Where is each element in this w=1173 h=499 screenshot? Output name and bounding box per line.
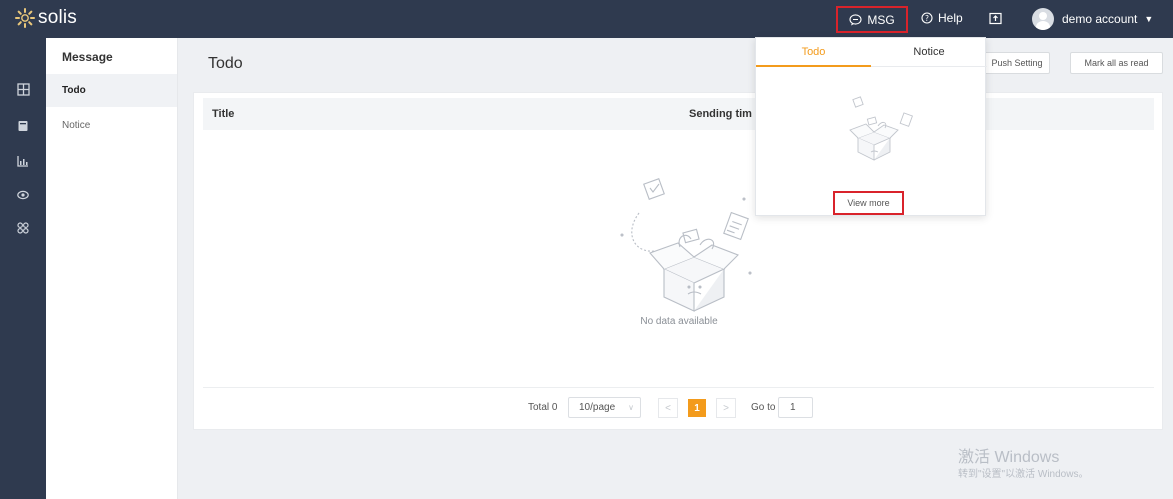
empty-box-illustration-small [849, 96, 913, 161]
account-menu[interactable]: demo account ▼ [1062, 12, 1153, 26]
help-button[interactable]: ? Help [921, 11, 963, 25]
empty-box-illustration [620, 178, 752, 312]
help-circle-icon: ? [921, 12, 933, 24]
empty-state-text: No data available [640, 316, 718, 327]
windows-activation-hint: 转到"设置"以激活 Windows。 [958, 469, 1089, 480]
msg-button[interactable]: MSG [836, 6, 908, 33]
todo-table-card: Title Sending tim No data available Tota… [193, 92, 1163, 430]
svg-text:?: ? [925, 14, 929, 23]
push-setting-button[interactable]: Push Setting [984, 52, 1050, 74]
msg-label: MSG [867, 12, 895, 27]
column-header-title: Title [212, 108, 235, 120]
message-popover: Todo Notice View more [755, 37, 987, 216]
prev-page-button[interactable]: < [658, 398, 678, 418]
table-header: Title Sending tim [203, 98, 1154, 130]
page-title: Todo [208, 55, 243, 72]
page-size-value: 10/page [579, 402, 616, 413]
chat-bubble-icon [849, 13, 862, 25]
message-sidebar: Message Todo Notice [46, 38, 178, 499]
sidebar-item-todo[interactable]: Todo [46, 74, 177, 107]
popover-tab-todo[interactable]: Todo [756, 38, 871, 67]
windows-activation-title: 激活 Windows [958, 449, 1060, 466]
sidebar-item-notice[interactable]: Notice [46, 109, 177, 142]
report-icon[interactable] [16, 154, 30, 168]
logo-text: solis [38, 7, 78, 28]
export-icon[interactable] [989, 12, 1002, 28]
pagination: Total 0 10/page ∨ < 1 > Go to 1 [194, 397, 1164, 419]
sun-logo-icon [15, 8, 35, 28]
top-bar: solis MSG ? Help demo account ▼ [0, 0, 1173, 38]
view-more-button[interactable]: View more [833, 191, 904, 215]
dashboard-icon[interactable] [16, 82, 30, 96]
goto-label: Go to [751, 402, 776, 413]
pagination-divider [203, 387, 1154, 388]
page-size-select[interactable]: 10/page ∨ [568, 397, 641, 418]
sidebar-title: Message [62, 50, 113, 64]
chevron-down-icon: ∨ [628, 403, 634, 412]
goto-page-input[interactable]: 1 [778, 397, 813, 418]
help-label: Help [938, 11, 963, 25]
caret-down-icon: ▼ [1144, 14, 1154, 24]
apps-icon[interactable] [16, 221, 30, 235]
column-header-sending-time: Sending tim [689, 108, 752, 120]
user-avatar[interactable] [1032, 8, 1054, 30]
view-icon[interactable] [16, 188, 30, 202]
popover-tab-notice[interactable]: Notice [871, 38, 987, 67]
next-page-button[interactable]: > [716, 398, 736, 418]
current-page-button[interactable]: 1 [688, 399, 706, 417]
app-logo[interactable]: solis [14, 7, 77, 29]
total-count: Total 0 [528, 402, 558, 413]
mark-all-read-button[interactable]: Mark all as read [1070, 52, 1163, 74]
account-name: demo account [1062, 12, 1138, 26]
icon-rail [0, 38, 46, 499]
device-icon[interactable] [16, 119, 30, 133]
